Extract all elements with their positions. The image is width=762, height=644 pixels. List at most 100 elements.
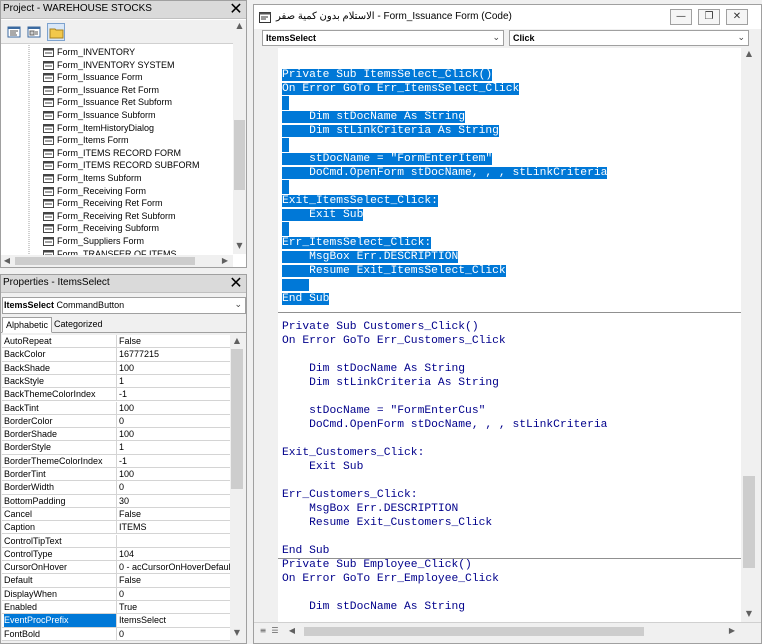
properties-close-button[interactable]: ✕ — [228, 275, 244, 291]
property-value[interactable]: True — [119, 601, 230, 613]
tree-item[interactable]: Form_Issuance Form — [1, 71, 233, 84]
property-value[interactable]: ITEMS — [119, 521, 230, 533]
tree-item[interactable]: Form_Issuance Subform — [1, 109, 233, 122]
property-row[interactable]: BorderWidth 0 — [2, 481, 230, 495]
tree-item-label: Form_Issuance Ret Subform — [57, 97, 173, 108]
property-value[interactable]: 100 — [119, 402, 230, 414]
procedure-dropdown[interactable]: Click ⌄ — [509, 30, 749, 46]
tree-item-label: Form_ITEMS RECORD FORM — [57, 147, 182, 158]
code-text — [282, 96, 289, 110]
property-row[interactable]: BackTint 100 — [2, 401, 230, 415]
view-code-icon[interactable] — [5, 23, 23, 41]
code-text: MsgBox Err.DESCRIPTION — [282, 503, 459, 515]
property-value[interactable]: 0 — [119, 588, 230, 600]
tree-item[interactable]: Form_Suppliers Form — [1, 235, 233, 248]
property-row[interactable]: BorderTint 100 — [2, 468, 230, 482]
code-editor[interactable]: Private Sub ItemsSelect_Click() On Error … — [278, 48, 741, 622]
property-value[interactable]: False — [119, 335, 230, 347]
tree-item[interactable]: Form_ITEMS RECORD FORM — [1, 147, 233, 160]
chevron-down-icon: ⌄ — [492, 33, 500, 43]
project-hscroll[interactable]: ◀ ▶ — [1, 255, 233, 267]
property-row[interactable]: BottomPadding 30 — [2, 494, 230, 508]
tree-item[interactable]: Form_Receiving Ret Subform — [1, 210, 233, 223]
property-row[interactable]: Enabled True — [2, 601, 230, 615]
project-vscroll[interactable]: ▲ ▼ — [233, 20, 246, 254]
property-row[interactable]: CursorOnHover 0 - acCursorOnHoverDefault — [2, 561, 230, 575]
property-row[interactable]: DisplayWhen 0 — [2, 587, 230, 601]
tree-item[interactable]: Form_Issuance Ret Form — [1, 84, 233, 97]
object-selector[interactable]: ItemsSelect CommandButton ⌄ — [2, 297, 246, 314]
property-value[interactable]: 16777215 — [119, 348, 230, 360]
tree-item[interactable]: Form_Receiving Form — [1, 185, 233, 198]
property-value[interactable]: -1 — [119, 388, 230, 400]
minimize-button[interactable]: — — [670, 9, 692, 25]
property-value[interactable]: 100 — [119, 468, 230, 480]
tab-alphabetic[interactable]: Alphabetic — [2, 317, 53, 333]
toggle-folders-icon[interactable] — [47, 23, 65, 41]
property-row[interactable]: ControlType 104 — [2, 547, 230, 562]
project-close-button[interactable]: ✕ — [228, 1, 244, 17]
property-row[interactable]: BorderStyle 1 — [2, 441, 230, 455]
property-row[interactable]: ControlTipText — [2, 534, 230, 548]
property-value[interactable]: 0 — [119, 415, 230, 427]
code-line: End Sub — [282, 544, 329, 558]
property-value[interactable]: 1 — [119, 441, 230, 453]
view-object-icon[interactable] — [25, 23, 43, 41]
tree-item[interactable]: Form_Items Subform — [1, 172, 233, 185]
procedure-view-icon[interactable]: ≡ — [258, 625, 268, 637]
property-value[interactable]: -1 — [119, 455, 230, 467]
project-tree: Form_INVENTORY Form_INVENTORY SYSTEM Form_… — [1, 45, 233, 255]
property-row[interactable]: Default False — [2, 574, 230, 588]
form-icon — [43, 136, 54, 146]
tree-item[interactable]: Form_INVENTORY — [1, 46, 233, 59]
tree-item[interactable]: Form_INVENTORY SYSTEM — [1, 59, 233, 72]
tree-item[interactable]: Form_Receiving Subform — [1, 222, 233, 235]
property-value[interactable]: 0 - acCursorOnHoverDefault — [119, 561, 230, 573]
code-line: stDocName = "FormEnterCus" — [282, 404, 485, 418]
property-value[interactable]: 100 — [119, 362, 230, 374]
property-row[interactable]: BackColor 16777215 — [2, 348, 230, 362]
tree-item[interactable]: Form_Receiving Ret Form — [1, 197, 233, 210]
property-row[interactable]: FontBold 0 — [2, 627, 230, 641]
property-row[interactable]: BackStyle 1 — [2, 374, 230, 389]
property-value[interactable]: 100 — [119, 428, 230, 440]
properties-vscroll[interactable]: ▲ ▼ — [230, 335, 244, 641]
property-value[interactable]: False — [119, 508, 230, 520]
module-view-icon[interactable]: ☰ — [270, 625, 280, 637]
property-value[interactable]: 1 — [119, 375, 230, 387]
property-value[interactable]: 104 — [119, 548, 230, 560]
property-row[interactable]: BackShade 100 — [2, 361, 230, 375]
object-dropdown[interactable]: ItemsSelect ⌄ — [262, 30, 504, 46]
tab-categorized[interactable]: Categorized — [51, 317, 106, 333]
code-line: Private Sub ItemsSelect_Click() — [282, 68, 493, 82]
property-value[interactable]: 0 — [119, 628, 230, 640]
property-value[interactable]: 30 — [119, 495, 230, 507]
property-row[interactable]: BorderColor 0 — [2, 414, 230, 429]
property-row[interactable]: AutoRepeat False — [2, 335, 230, 349]
tree-item[interactable]: Form_Items Form — [1, 134, 233, 147]
property-row[interactable]: BorderThemeColorIndex -1 — [2, 454, 230, 468]
tree-item[interactable]: Form_ITEMS RECORD SUBFORM — [1, 159, 233, 172]
code-line: Dim stLinkCriteria As String — [282, 124, 499, 138]
property-name: BackThemeColorIndex — [4, 389, 96, 400]
code-line: stDocName = "FormEnterItem" — [282, 152, 493, 166]
property-value[interactable]: ItemsSelect — [119, 614, 230, 626]
code-vscroll[interactable]: ▲ ▼ — [741, 48, 757, 622]
tree-item[interactable]: Form_Issuance Ret Subform — [1, 96, 233, 109]
code-margin[interactable] — [254, 48, 278, 622]
property-row[interactable]: BorderShade 100 — [2, 428, 230, 442]
tree-item[interactable]: Form_ItemHistoryDialog — [1, 122, 233, 135]
code-hscroll[interactable]: ≡ ☰ ◀ ▶ — [254, 622, 761, 640]
close-button[interactable]: ✕ — [726, 9, 748, 25]
code-text: stDocName = "FormEnterItem" — [282, 153, 493, 165]
tree-item[interactable]: Form_TRANSFER OF ITEMS — [1, 248, 233, 255]
property-name: EventProcPrefix — [4, 614, 116, 627]
restore-button[interactable]: ❐ — [698, 9, 720, 25]
property-value[interactable]: 0 — [119, 481, 230, 493]
property-row[interactable]: Caption ITEMS — [2, 521, 230, 535]
property-value[interactable]: False — [119, 574, 230, 586]
property-row[interactable]: EventProcPrefix ItemsSelect — [2, 614, 230, 628]
tree-item-label: Form_INVENTORY SYSTEM — [57, 59, 175, 70]
property-row[interactable]: Cancel False — [2, 507, 230, 522]
property-row[interactable]: BackThemeColorIndex -1 — [2, 388, 230, 402]
